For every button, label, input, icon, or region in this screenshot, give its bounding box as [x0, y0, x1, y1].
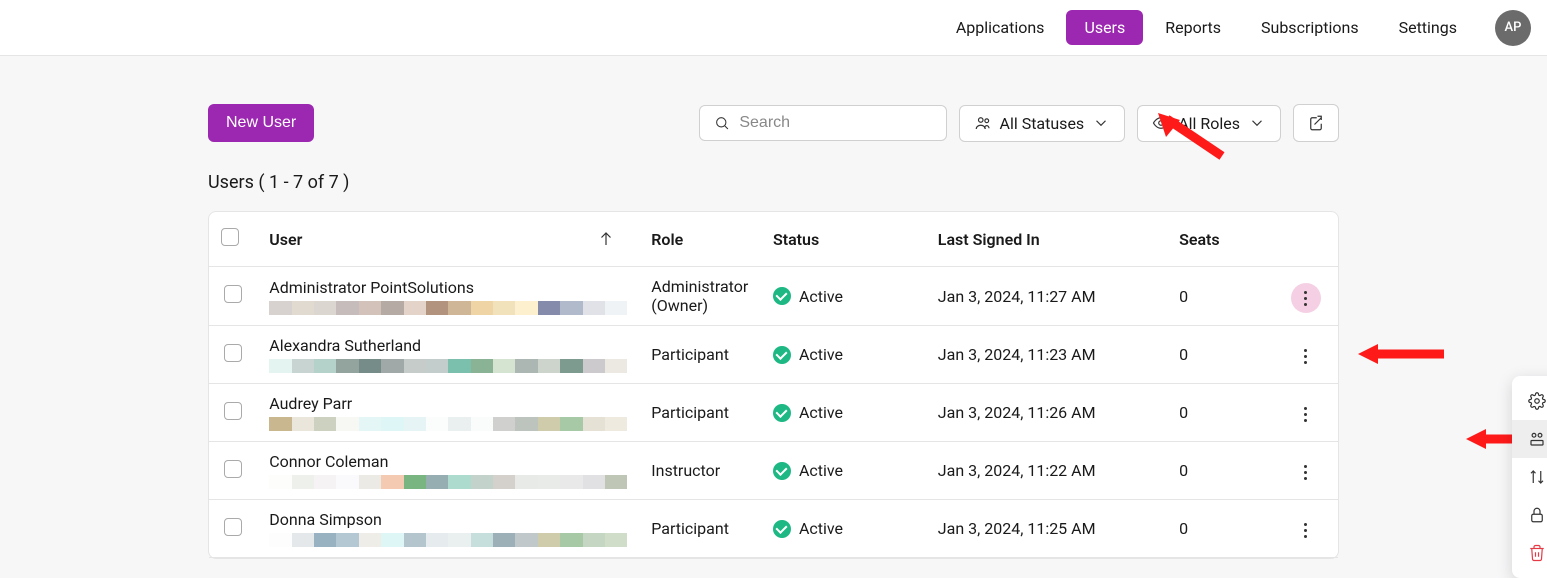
table-row: Alexandra Sutherland Participant Active …	[209, 326, 1338, 384]
chevron-down-icon	[1248, 114, 1266, 132]
col-user[interactable]: User	[257, 212, 639, 267]
toolbar: New User All Statuses All Roles	[208, 104, 1339, 142]
user-name: Administrator PointSolutions	[269, 278, 627, 297]
user-email-redacted	[269, 475, 627, 489]
status-active-icon	[773, 346, 791, 364]
menu-change-role[interactable]: Change Role	[1512, 458, 1547, 496]
search-input-wrapper[interactable]	[699, 105, 947, 141]
user-email-redacted	[269, 533, 627, 547]
seats-count: 0	[1167, 500, 1274, 558]
select-all-checkbox[interactable]	[221, 228, 239, 246]
seats-count: 0	[1167, 267, 1274, 326]
row-checkbox[interactable]	[224, 285, 242, 303]
menu-set-seats[interactable]: Set Seats	[1512, 420, 1547, 458]
role-filter-label: All Roles	[1178, 114, 1240, 133]
role-filter[interactable]: All Roles	[1137, 105, 1281, 142]
row-checkbox[interactable]	[224, 460, 242, 478]
search-icon	[714, 114, 730, 132]
user-role: Participant	[639, 384, 761, 442]
new-user-button[interactable]: New User	[208, 104, 314, 142]
status-active-icon	[773, 462, 791, 480]
nav-subscriptions[interactable]: Subscriptions	[1243, 10, 1377, 45]
lock-icon	[1528, 506, 1546, 524]
status-active-icon	[773, 287, 791, 305]
col-signed[interactable]: Last Signed In	[926, 212, 1167, 267]
status-filter-label: All Statuses	[1000, 114, 1085, 133]
table-row: Donna Simpson Participant Active Jan 3, …	[209, 500, 1338, 558]
status-active-icon	[773, 404, 791, 422]
row-actions-button[interactable]	[1291, 516, 1321, 546]
user-email-redacted	[269, 359, 627, 373]
table-row: Audrey Parr Participant Active Jan 3, 20…	[209, 384, 1338, 442]
nav-applications[interactable]: Applications	[938, 10, 1063, 45]
chevron-down-icon	[1092, 114, 1110, 132]
col-seats[interactable]: Seats	[1167, 212, 1274, 267]
row-actions-menu: Settings Set Seats Change Role Suspend R…	[1512, 376, 1547, 578]
export-button[interactable]	[1293, 104, 1339, 142]
status-label: Active	[799, 403, 843, 422]
more-vertical-icon	[1304, 523, 1307, 538]
row-checkbox[interactable]	[224, 402, 242, 420]
top-nav: Applications Users Reports Subscriptions…	[0, 0, 1547, 56]
status-active-icon	[773, 520, 791, 538]
eye-icon	[1152, 114, 1170, 132]
more-vertical-icon	[1304, 291, 1307, 306]
more-vertical-icon	[1304, 349, 1307, 364]
gear-icon	[1528, 392, 1546, 410]
seats-count: 0	[1167, 326, 1274, 384]
more-vertical-icon	[1304, 407, 1307, 422]
annotation-arrow	[1354, 341, 1449, 367]
user-email-redacted	[269, 417, 627, 431]
nav-settings[interactable]: Settings	[1381, 10, 1475, 45]
status-label: Active	[799, 519, 843, 538]
swap-icon	[1528, 468, 1546, 486]
nav-reports[interactable]: Reports	[1147, 10, 1239, 45]
export-icon	[1307, 114, 1325, 132]
last-signed-in: Jan 3, 2024, 11:22 AM	[926, 442, 1167, 500]
last-signed-in: Jan 3, 2024, 11:23 AM	[926, 326, 1167, 384]
menu-remove-user[interactable]: Remove User	[1512, 534, 1547, 572]
menu-settings[interactable]: Settings	[1512, 382, 1547, 420]
user-role: Participant	[639, 326, 761, 384]
user-role: Participant	[639, 500, 761, 558]
user-role: Administrator (Owner)	[639, 267, 761, 326]
user-role: Instructor	[639, 442, 761, 500]
avatar[interactable]: AP	[1495, 10, 1531, 46]
row-checkbox[interactable]	[224, 518, 242, 536]
last-signed-in: Jan 3, 2024, 11:25 AM	[926, 500, 1167, 558]
user-name: Connor Coleman	[269, 452, 627, 471]
status-label: Active	[799, 461, 843, 480]
seats-icon	[1528, 430, 1546, 448]
status-label: Active	[799, 287, 843, 306]
row-actions-button[interactable]	[1291, 400, 1321, 430]
seats-count: 0	[1167, 442, 1274, 500]
people-icon	[974, 114, 992, 132]
more-vertical-icon	[1304, 465, 1307, 480]
user-name: Alexandra Sutherland	[269, 336, 627, 355]
status-filter[interactable]: All Statuses	[959, 105, 1126, 142]
row-actions-button[interactable]	[1291, 342, 1321, 372]
row-checkbox[interactable]	[224, 344, 242, 362]
col-user-label: User	[269, 230, 302, 249]
search-input[interactable]	[739, 114, 931, 132]
row-actions-button[interactable]	[1291, 458, 1321, 488]
last-signed-in: Jan 3, 2024, 11:26 AM	[926, 384, 1167, 442]
status-label: Active	[799, 345, 843, 364]
last-signed-in: Jan 3, 2024, 11:27 AM	[926, 267, 1167, 326]
users-table: User Role Status Last Signed In Seats Ad…	[208, 211, 1339, 559]
table-row: Administrator PointSolutions Administrat…	[209, 267, 1338, 326]
col-role[interactable]: Role	[639, 212, 761, 267]
seats-count: 0	[1167, 384, 1274, 442]
trash-icon	[1528, 544, 1546, 562]
user-name: Audrey Parr	[269, 394, 627, 413]
row-actions-button[interactable]	[1291, 283, 1321, 313]
menu-suspend[interactable]: Suspend	[1512, 496, 1547, 534]
user-name: Donna Simpson	[269, 510, 627, 529]
users-count: Users ( 1 - 7 of 7 )	[208, 172, 1339, 193]
nav-users[interactable]: Users	[1066, 10, 1143, 45]
sort-asc-icon	[597, 230, 615, 248]
user-email-redacted	[269, 301, 627, 315]
col-status[interactable]: Status	[761, 212, 926, 267]
table-row: Connor Coleman Instructor Active Jan 3, …	[209, 442, 1338, 500]
